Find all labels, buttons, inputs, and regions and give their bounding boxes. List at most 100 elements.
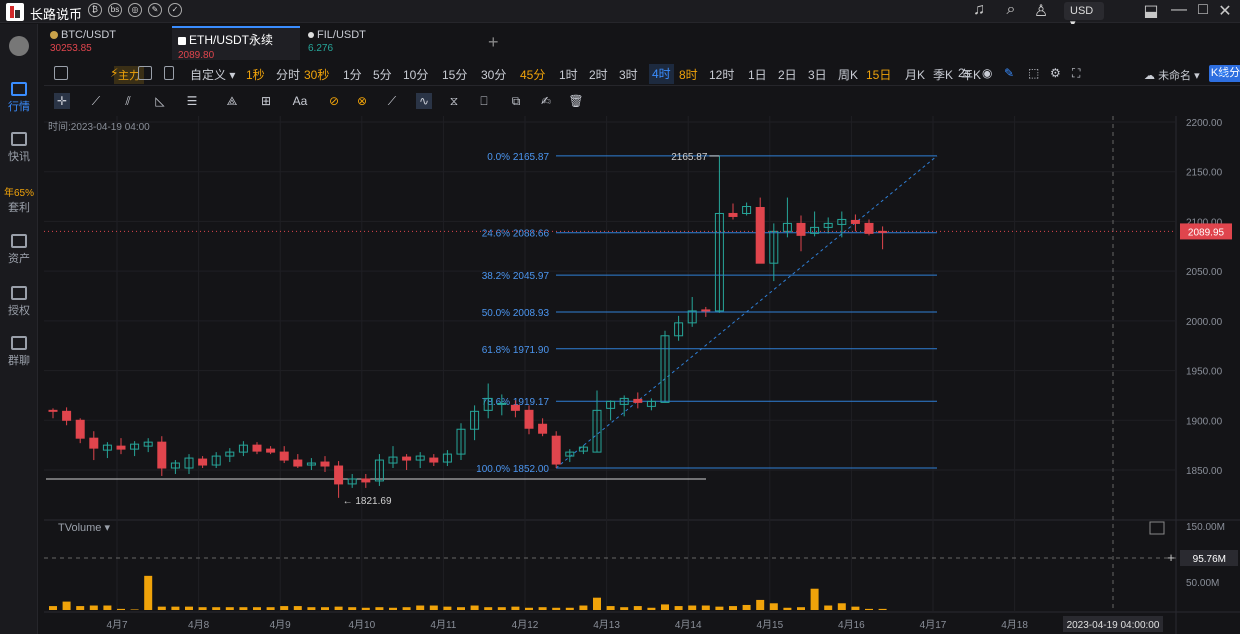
sidebar-item-auth[interactable]: 授权 (0, 286, 38, 318)
line-style-icon[interactable]: ∿ (416, 93, 432, 109)
columns-icon[interactable] (164, 66, 174, 80)
tab-btc[interactable]: BTC/USDT 30253.85 (44, 26, 169, 60)
timeframe-7[interactable]: 30分 (481, 66, 506, 83)
volume-bar (797, 607, 805, 610)
volume-label[interactable]: TVolume ▾ (58, 521, 110, 534)
timeframe-21[interactable]: 季K (933, 66, 953, 83)
close-button[interactable]: ✕ (1214, 1, 1236, 21)
candle (252, 442, 262, 455)
timeframe-13[interactable]: 8时 (679, 66, 698, 83)
parallel-channel-icon[interactable]: ⫽ (120, 93, 136, 109)
add-tab-button[interactable]: + (488, 32, 499, 53)
volume-bar (212, 607, 221, 610)
volume-bar (198, 607, 207, 610)
candle (850, 214, 860, 232)
timeframe-15[interactable]: 1日 (748, 66, 767, 83)
sidebar-item-news[interactable]: 快讯 (0, 132, 38, 164)
target-icon[interactable]: ◎ (128, 3, 142, 17)
camera-icon[interactable]: ◉ (982, 66, 992, 80)
volume-bar (565, 607, 574, 610)
volume-bar (321, 607, 329, 610)
candle-body (48, 409, 58, 412)
timeframe-20[interactable]: 月K (905, 66, 925, 83)
timeframe-10[interactable]: 2时 (589, 66, 608, 83)
check-icon[interactable]: ✓ (168, 3, 182, 17)
timeframe-0[interactable]: 1秒 (246, 66, 265, 83)
edit-icon[interactable]: ✎ (148, 3, 162, 17)
shape-icon[interactable]: ⬚ (1028, 66, 1039, 80)
timeframe-18[interactable]: 周K (838, 66, 858, 83)
pattern-icon[interactable]: ⟁ (224, 93, 240, 109)
timeframe-14[interactable]: 12时 (709, 66, 734, 83)
calendar-icon[interactable] (138, 66, 152, 80)
timeframe-9[interactable]: 1时 (559, 66, 578, 83)
candlestick-series (48, 155, 888, 498)
magnet-icon[interactable]: ⊘ (326, 93, 342, 109)
x-tick-label: 4月14 (675, 619, 702, 631)
angle-icon[interactable]: ◺ (152, 93, 168, 109)
fib-level-label: 61.8% 1971.90 (482, 345, 550, 356)
timeframe-22[interactable]: 年K (961, 66, 981, 83)
timeframe-5[interactable]: 10分 (403, 66, 428, 83)
share-icon[interactable]: ⋖ (1218, 66, 1228, 80)
volume-bar (348, 607, 357, 610)
volume-bar (171, 606, 180, 610)
y-tick-label: 2050.00 (1186, 267, 1223, 278)
candle-body (279, 451, 289, 461)
lock-drawings-icon[interactable]: ⊗ (354, 93, 370, 109)
candle-body (334, 465, 344, 485)
tab-fil[interactable]: FIL/USDT 6.276 (302, 26, 427, 60)
visibility-icon[interactable]: ⧖ (446, 93, 462, 109)
ruler-icon[interactable]: ⟋ (384, 93, 400, 109)
maximize-button[interactable]: □ (1192, 1, 1214, 19)
timeframe-2[interactable]: 30秒 (304, 66, 329, 83)
timeframe-16[interactable]: 2日 (778, 66, 797, 83)
timeframe-12[interactable]: 4时 (649, 64, 674, 84)
text-tool-icon[interactable]: Aa (292, 93, 308, 109)
candle (306, 458, 316, 470)
sidebar-item-arbitrage[interactable]: 年65% 套利 (0, 184, 38, 215)
sidebar-item-chat[interactable]: 群聊 (0, 336, 38, 368)
timeframe-3[interactable]: 1分 (343, 66, 362, 83)
sidebar-item-assets[interactable]: 资产 (0, 234, 38, 266)
bell-icon[interactable]: ♫ (968, 1, 990, 19)
measure-icon[interactable]: ⊞ (258, 93, 274, 109)
candle-body (755, 207, 765, 264)
candle (755, 197, 765, 264)
layout-name[interactable]: ☁ 未命名 ▾ (1144, 67, 1200, 83)
timeframe-1[interactable]: 分时 (276, 66, 300, 83)
volume-bar (661, 604, 669, 610)
timeframe-4[interactable]: 5分 (373, 66, 392, 83)
crypto-icon[interactable]: bs (108, 3, 122, 17)
sidebar-logo (9, 36, 29, 56)
tab-eth[interactable]: ETH/USDT永续 2089.80 (172, 26, 300, 61)
fib-levels-icon[interactable]: ☰ (184, 93, 200, 109)
timeframe-17[interactable]: 3日 (808, 66, 827, 83)
trash-icon[interactable]: 🗑 (568, 93, 584, 109)
volume-bar (538, 607, 547, 610)
search-icon[interactable]: ⌕ (1000, 1, 1022, 19)
bitcoin-icon[interactable]: ₿ (88, 3, 102, 17)
pencil-icon[interactable]: ✎ (1004, 66, 1014, 80)
copy-icon[interactable]: ⧉ (508, 93, 524, 109)
settings-icon[interactable]: ⚙ (1050, 66, 1061, 80)
minimize-button[interactable]: — (1168, 1, 1190, 19)
price-chart[interactable]: 0.0% 2165.87 24.6% 2088.66 38.2% 2045.97 50… (44, 116, 1240, 634)
currency-select[interactable]: USD ▾ (1064, 2, 1104, 30)
edit-drawing-icon[interactable]: ✍ (538, 93, 554, 109)
fullscreen-icon[interactable]: ⛶ (1072, 66, 1080, 81)
flash-icon[interactable]: ⚡ (110, 66, 118, 80)
timeframe-19[interactable]: 15日 (866, 66, 891, 83)
sidebar-item-market[interactable]: 行情 (0, 82, 38, 114)
crosshair-icon[interactable]: ✛ (54, 93, 70, 109)
lock-icon[interactable]: ⎕ (476, 93, 492, 109)
shirt-icon[interactable]: ♙ (1030, 1, 1052, 21)
chart-type-icon[interactable] (54, 66, 68, 80)
timeframe-11[interactable]: 3时 (619, 66, 638, 83)
candle (470, 405, 480, 441)
timeframe-8[interactable]: 45分 (520, 66, 545, 83)
pin-icon[interactable]: ⬓ (1140, 1, 1162, 21)
trendline-icon[interactable]: ⟋ (88, 93, 104, 109)
custom-timeframe[interactable]: 自定义 ▾ (190, 66, 235, 83)
timeframe-6[interactable]: 15分 (442, 66, 467, 83)
